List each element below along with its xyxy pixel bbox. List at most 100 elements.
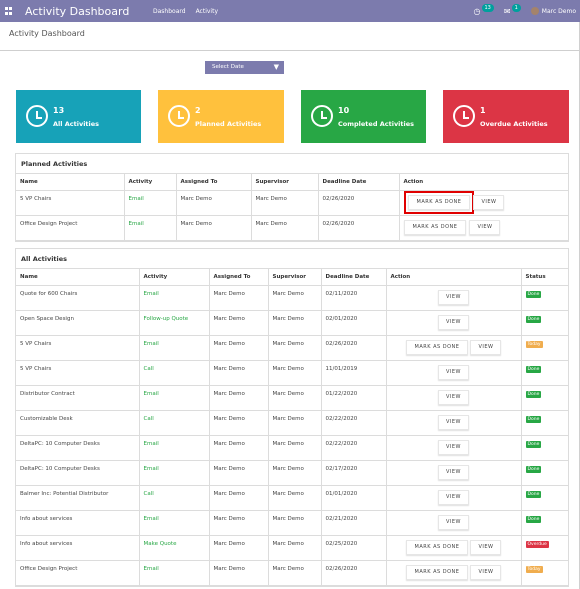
cell-name: Office Design Project: [16, 560, 140, 586]
view-button[interactable]: VIEW: [438, 490, 469, 505]
card-overdue-activities[interactable]: 1 Overdue Activities: [443, 90, 569, 143]
cell-status: Today: [520, 335, 568, 361]
table-row: Distributor Contract Email Marc Demo Marc D…: [16, 385, 568, 411]
clock-icon: ◷: [473, 6, 481, 16]
cell-supervisor: Marc Demo: [267, 410, 322, 436]
cell-supervisor: Marc Demo: [267, 385, 322, 411]
mark-as-done-button[interactable]: MARK AS DONE: [403, 191, 475, 214]
view-button[interactable]: VIEW: [469, 220, 501, 235]
activity-notifications[interactable]: ◷ 13: [473, 4, 494, 16]
user-menu[interactable]: Marc Demo: [530, 7, 576, 15]
status-badge: Done: [525, 491, 542, 498]
cell-status: Done: [520, 435, 568, 461]
view-button[interactable]: VIEW: [438, 390, 469, 405]
cell-activity: Email: [123, 190, 177, 216]
status-badge: Today: [525, 566, 543, 573]
cell-deadline: 02/11/2020: [320, 285, 387, 311]
mark-as-done-button[interactable]: MARK AS DONE: [403, 220, 467, 235]
messages[interactable]: ✉ 1: [503, 4, 521, 16]
table-row: 5 VP Chairs Call Marc Demo Marc Demo 11/01/2…: [16, 360, 568, 386]
all-activities-table: Name Activity Assigned To Supervisor Dea…: [16, 269, 568, 586]
cell-deadline: 02/22/2020: [320, 435, 387, 461]
cell-deadline: 11/01/2019: [320, 360, 387, 386]
col-action: Action: [385, 269, 522, 286]
cell-assigned-to: Marc Demo: [208, 560, 269, 586]
cell-action: VIEW: [385, 435, 522, 461]
col-name: Name: [16, 174, 125, 191]
control-panel: Activity Dashboard: [0, 22, 580, 51]
cell-activity: Email: [138, 385, 210, 411]
mark-as-done-button[interactable]: MARK AS DONE: [405, 540, 469, 555]
cell-deadline: 02/25/2020: [320, 535, 387, 561]
card-planned-activities[interactable]: 2 Planned Activities: [158, 90, 284, 143]
chat-icon: ✉: [503, 6, 511, 16]
app-title: Activity Dashboard: [25, 4, 130, 18]
cell-name: 5 VP Chairs: [16, 335, 140, 361]
view-button[interactable]: VIEW: [438, 290, 469, 305]
caret-down-icon: ▼: [273, 63, 279, 71]
cell-status: Done: [520, 285, 568, 311]
card-all-activities[interactable]: 13 All Activities: [16, 90, 141, 143]
cell-activity: Call: [138, 410, 210, 436]
status-badge: Today: [525, 341, 543, 348]
cell-name: Distributor Contract: [16, 385, 140, 411]
cell-action: VIEW: [385, 285, 522, 311]
card-label: All Activities: [53, 120, 100, 128]
table-row: Info about services Make Quote Marc Demo Ma…: [16, 535, 568, 561]
cell-supervisor: Marc Demo: [267, 285, 322, 311]
cell-assigned-to: Marc Demo: [175, 215, 252, 241]
cell-action: VIEW: [385, 385, 522, 411]
table-row: Customizable Desk Call Marc Demo Marc Demo 0…: [16, 410, 568, 436]
cell-deadline: 02/22/2020: [320, 410, 387, 436]
view-button[interactable]: VIEW: [438, 515, 469, 530]
cell-deadline: 01/22/2020: [320, 385, 387, 411]
view-button[interactable]: VIEW: [470, 540, 502, 555]
apps-menu-icon[interactable]: [5, 7, 13, 15]
view-button[interactable]: VIEW: [470, 340, 502, 355]
card-completed-activities[interactable]: 10 Completed Activities: [301, 90, 426, 143]
view-button[interactable]: VIEW: [438, 415, 469, 430]
cell-status: Today: [520, 560, 568, 586]
view-button[interactable]: VIEW: [438, 465, 469, 480]
card-count: 2: [195, 106, 201, 115]
view-button[interactable]: VIEW: [470, 565, 502, 580]
nav-dashboard-link[interactable]: Dashboard: [153, 8, 186, 15]
status-badge: Done: [525, 466, 542, 473]
cell-supervisor: Marc Demo: [267, 535, 322, 561]
mark-as-done-button[interactable]: MARK AS DONE: [405, 340, 469, 355]
col-assigned-to: Assigned To: [175, 174, 252, 191]
select-date-dropdown[interactable]: Select Date ▼: [205, 61, 284, 74]
nav-activity-link[interactable]: Activity: [196, 8, 218, 15]
status-badge: Done: [525, 316, 542, 323]
panel-title: Planned Activities: [16, 154, 568, 174]
cell-assigned-to: Marc Demo: [208, 485, 269, 511]
table-row: Office Design Project Email Marc Demo Marc …: [16, 560, 568, 586]
cell-activity: Call: [138, 485, 210, 511]
cell-action: MARK AS DONE VIEW: [385, 535, 522, 561]
cell-activity: Make Quote: [138, 535, 210, 561]
view-button[interactable]: VIEW: [438, 315, 469, 330]
cell-assigned-to: Marc Demo: [208, 335, 269, 361]
view-button[interactable]: VIEW: [438, 365, 469, 380]
cell-assigned-to: Marc Demo: [208, 310, 269, 336]
cell-assigned-to: Marc Demo: [208, 385, 269, 411]
col-supervisor: Supervisor: [267, 269, 322, 286]
status-badge: Overdue: [525, 541, 549, 548]
cell-deadline: 01/01/2020: [320, 485, 387, 511]
cell-activity: Email: [138, 460, 210, 486]
mark-as-done-button[interactable]: MARK AS DONE: [405, 565, 469, 580]
col-activity: Activity: [123, 174, 177, 191]
cell-status: Done: [520, 360, 568, 386]
view-button[interactable]: VIEW: [473, 195, 505, 210]
view-button[interactable]: VIEW: [438, 440, 469, 455]
select-date-label: Select Date: [212, 64, 244, 70]
cell-supervisor: Marc Demo: [250, 215, 319, 241]
cell-name: Info about services: [16, 535, 140, 561]
table-row: 5 VP Chairs Email Marc Demo Marc Demo 02/26/…: [16, 335, 568, 361]
cell-supervisor: Marc Demo: [250, 190, 319, 216]
status-badge: Done: [525, 366, 542, 373]
cell-supervisor: Marc Demo: [267, 510, 322, 536]
table-row: DeltaPC: 10 Computer Desks Email Marc Demo…: [16, 435, 568, 461]
cell-assigned-to: Marc Demo: [208, 410, 269, 436]
cell-supervisor: Marc Demo: [267, 460, 322, 486]
